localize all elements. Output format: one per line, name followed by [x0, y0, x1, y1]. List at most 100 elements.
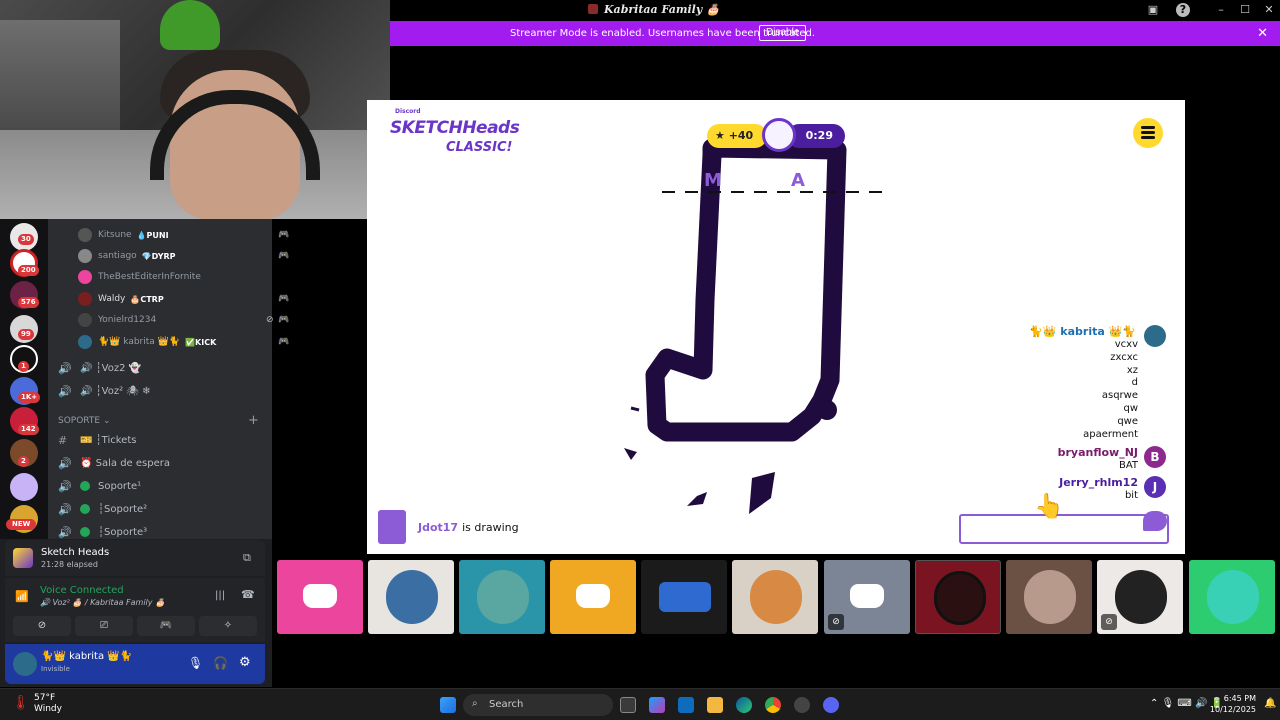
voice-channel[interactable]: 🔊 Soporte¹	[58, 477, 263, 495]
avatar	[78, 292, 92, 306]
avatar	[934, 571, 986, 625]
screen-share-button[interactable]: ⎚	[75, 616, 133, 636]
muted-icon: ⊘	[1101, 614, 1117, 630]
avatar	[659, 582, 711, 612]
hamburger-menu-icon[interactable]	[1133, 118, 1163, 148]
soundboard-button[interactable]: ✧	[199, 616, 257, 636]
discord-taskbar-icon[interactable]	[823, 697, 839, 713]
close-window-button[interactable]: ✕	[1262, 3, 1276, 17]
member-name: Kitsune	[98, 230, 132, 240]
guess-text: xz	[1126, 365, 1138, 376]
noise-suppression-icon[interactable]: |||	[215, 590, 225, 601]
avatar[interactable]	[13, 652, 37, 676]
hint-letter: M	[704, 170, 722, 191]
muted-icon: ⊘	[828, 614, 844, 630]
voice-channel[interactable]: 🔊 🔊 ┆Voz² 🕷 ❄	[58, 382, 263, 400]
voice-channel[interactable]: 🔊 ┆Soporte²	[58, 500, 263, 518]
copilot-icon[interactable]	[649, 697, 665, 713]
add-channel-icon[interactable]: +	[248, 413, 259, 428]
voice-member[interactable]: TheBestEditerInFornite	[78, 268, 201, 286]
avatar	[477, 570, 529, 624]
logo-discord-text: Discord	[395, 108, 421, 115]
drawing-stroke	[817, 400, 837, 420]
popout-icon[interactable]: ⧉	[243, 551, 251, 565]
weather-condition: Windy	[34, 704, 62, 714]
participant-tile[interactable]	[368, 560, 454, 634]
participant-tile[interactable]	[915, 560, 1001, 634]
voice-member[interactable]: Yonielrd1234 ⊘ 🎮	[78, 311, 289, 329]
window-title: Kabritaa Family 🎂	[588, 3, 720, 16]
disable-button[interactable]: Disable	[759, 25, 807, 41]
participant-tile[interactable]	[277, 560, 363, 634]
participant-tile[interactable]	[550, 560, 636, 634]
participant-tile[interactable]: ⊘	[824, 560, 910, 634]
voice-member[interactable]: santiago 💎DYRP 🎮	[78, 247, 289, 265]
channel-name: 🔊 ┆Voz2 👻	[80, 362, 142, 374]
avatar	[386, 570, 438, 624]
server-badge: 99	[18, 329, 34, 340]
headphones-icon[interactable]: 🎧	[213, 656, 228, 670]
start-menu-icon[interactable]	[440, 697, 456, 713]
drawing-stroke	[749, 472, 775, 514]
obs-icon[interactable]	[794, 697, 810, 713]
voice-channel-link[interactable]: 🔊 Voz² 🎂 / Kabritaa Family 🎂	[40, 598, 165, 607]
outlook-icon[interactable]	[678, 697, 694, 713]
participant-tile[interactable]	[1189, 560, 1275, 634]
avatar	[1115, 570, 1167, 624]
camera-off-button[interactable]: ⊘	[13, 616, 71, 636]
participant-tile[interactable]: ⊘	[1097, 560, 1183, 634]
category-header[interactable]: SOPORTE ⌄	[58, 416, 111, 426]
participant-tile[interactable]	[1006, 560, 1092, 634]
avatar	[1144, 325, 1166, 347]
voice-member[interactable]: 🐈👑 kabrita 👑🐈 ✅KICK 🎮	[78, 333, 289, 351]
weather-widget[interactable]: 57°F Windy	[34, 693, 62, 715]
sketch-heads-logo: Discord SKETCHHeads CLASSIC!	[390, 108, 525, 158]
hand-cursor-icon: 👆	[1034, 492, 1064, 520]
guess-input[interactable]	[959, 514, 1169, 544]
speaker-icon: 🔊	[58, 502, 72, 516]
channel-name: Soporte¹	[98, 480, 142, 492]
voice-channel[interactable]: 🔊 🔊 ┆Voz2 👻	[58, 359, 263, 377]
participant-tile[interactable]	[459, 560, 545, 634]
drawing-stroke	[645, 138, 847, 442]
settings-gear-icon[interactable]: ⚙	[239, 655, 251, 670]
close-banner-icon[interactable]: ✕	[1257, 26, 1268, 41]
avatar	[78, 270, 92, 284]
inbox-icon[interactable]: ▣	[1146, 3, 1160, 17]
server-list: 30 200 576 99 1 1K+ 142 2 NEW	[0, 219, 48, 539]
guess-text: bit	[1124, 490, 1138, 501]
file-explorer-icon[interactable]	[707, 697, 723, 713]
help-icon[interactable]: ?	[1176, 3, 1190, 17]
avatar: B	[1144, 446, 1166, 468]
microphone-icon[interactable]: 🎙	[188, 656, 203, 670]
minimize-button[interactable]: –	[1214, 3, 1228, 17]
participant-tile[interactable]	[732, 560, 818, 634]
gamepad-icon: 🎮	[278, 315, 290, 325]
text-channel[interactable]: # 🎫 ┆Tickets	[58, 431, 263, 449]
activity-panel[interactable]: Sketch Heads 21:28 elapsed ⧉	[5, 540, 265, 576]
server-badge: 2	[18, 456, 29, 467]
task-view-icon[interactable]	[620, 697, 636, 713]
voice-member[interactable]: Waldy 🎂CTRP 🎮	[78, 290, 289, 308]
maximize-button[interactable]: ☐	[1238, 3, 1252, 17]
edge-icon[interactable]	[736, 697, 752, 713]
activity-button[interactable]: 🎮	[137, 616, 195, 636]
taskbar-search[interactable]: Search	[463, 694, 613, 716]
server-icon[interactable]	[10, 473, 38, 501]
logo-sub-text: CLASSIC!	[446, 140, 513, 155]
drawer-suffix: is drawing	[462, 520, 519, 534]
notification-bell-icon[interactable]: 🔔	[1264, 698, 1276, 709]
voice-channel[interactable]: 🔊 ⏰ Sala de espera	[58, 454, 263, 472]
deafened-icon: ⊘	[266, 315, 274, 325]
send-bubble-icon[interactable]	[1143, 511, 1167, 531]
voice-channel[interactable]: 🔊 ┆Soporte³	[58, 523, 263, 541]
guess-text: BAT	[1118, 460, 1138, 471]
participant-tile[interactable]	[641, 560, 727, 634]
chrome-icon[interactable]	[765, 697, 781, 713]
guess-text: apaerment	[1083, 429, 1138, 440]
user-name: 🐈👑 kabrita 👑🐈	[41, 651, 133, 662]
voice-member[interactable]: Kitsune 💧PUNI 🎮	[78, 226, 289, 244]
disconnect-icon[interactable]: ☎	[241, 588, 255, 601]
channel-name: 🔊 ┆Voz² 🕷 ❄	[80, 385, 151, 397]
clock[interactable]: 6:45 PM 10/12/2025	[1210, 693, 1256, 715]
